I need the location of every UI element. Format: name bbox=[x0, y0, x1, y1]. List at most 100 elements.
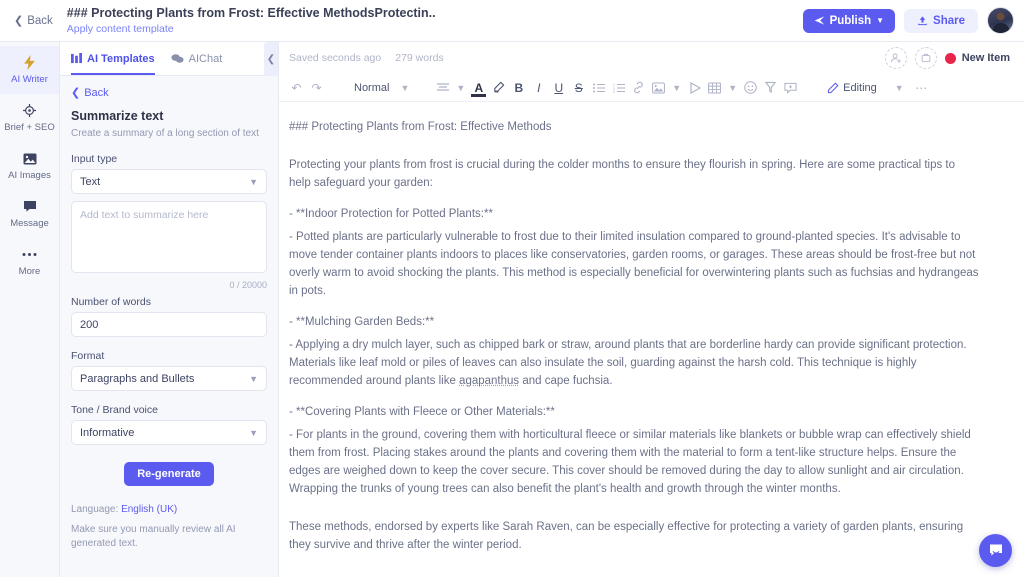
doc-section-3-title: - **Covering Plants with Fleece or Other… bbox=[289, 406, 555, 418]
tone-select[interactable]: Informative ▼ bbox=[71, 420, 267, 445]
chevron-down-icon: ▼ bbox=[876, 16, 885, 25]
chat-bubble-icon bbox=[23, 199, 37, 214]
share-button[interactable]: Share bbox=[904, 8, 978, 33]
template-title: Summarize text bbox=[71, 109, 164, 123]
share-button-label: Share bbox=[933, 14, 965, 27]
redo-icon[interactable]: ↷ bbox=[307, 77, 326, 99]
input-type-select[interactable]: Text ▼ bbox=[71, 169, 267, 194]
numbered-list-icon[interactable]: 123 bbox=[609, 77, 628, 99]
send-icon bbox=[814, 16, 824, 25]
panel-back-label: Back bbox=[84, 86, 109, 99]
regenerate-button[interactable]: Re-generate bbox=[124, 462, 214, 486]
chevron-down-icon[interactable]: ▼ bbox=[725, 77, 740, 99]
status-badge bbox=[944, 52, 956, 64]
underline-icon[interactable]: U bbox=[549, 77, 568, 99]
grid-icon bbox=[71, 53, 82, 64]
sidebar-item-message[interactable]: Message bbox=[0, 190, 59, 238]
bullet-list-icon[interactable] bbox=[589, 77, 608, 99]
toolbar-separator bbox=[801, 77, 820, 99]
sidebar-item-more[interactable]: More bbox=[0, 238, 59, 286]
ai-templates-panel: AI Templates AIChat ❮ ❮ Back Summarize t… bbox=[60, 42, 279, 577]
sidebar-item-ai-writer[interactable]: AI Writer bbox=[0, 46, 59, 94]
chats-icon bbox=[171, 54, 184, 63]
misspelled-word[interactable]: agapanthus bbox=[459, 375, 519, 387]
doc-intro-paragraph: Protecting your plants from frost is cru… bbox=[289, 159, 956, 189]
apply-content-template-link[interactable]: Apply content template bbox=[67, 22, 803, 36]
table-icon[interactable] bbox=[705, 77, 724, 99]
strikethrough-icon[interactable]: S bbox=[569, 77, 588, 99]
format-select[interactable]: Paragraphs and Bullets ▼ bbox=[71, 366, 267, 391]
document-editor[interactable]: ### Protecting Plants from Frost: Effect… bbox=[279, 102, 1024, 577]
sidebar-item-brief-seo[interactable]: Brief + SEO bbox=[0, 94, 59, 142]
lightning-bolt-icon bbox=[24, 55, 35, 70]
toolbar-separator bbox=[327, 77, 346, 99]
link-icon[interactable] bbox=[629, 77, 648, 99]
support-chat-button[interactable] bbox=[979, 534, 1012, 567]
sidebar-item-label: AI Images bbox=[8, 170, 51, 181]
tab-label: AIChat bbox=[188, 52, 223, 65]
tab-aichat[interactable]: AIChat bbox=[171, 42, 223, 75]
add-collaborator-icon[interactable] bbox=[884, 47, 907, 69]
panel-back-button[interactable]: ❮ Back bbox=[71, 86, 267, 100]
clear-format-icon[interactable] bbox=[761, 77, 780, 99]
regenerate-row: Re-generate bbox=[71, 462, 267, 486]
comment-icon[interactable] bbox=[781, 77, 800, 99]
back-button[interactable]: ❮ Back bbox=[8, 10, 59, 31]
formatting-toolbar: ↶ ↷ Normal ▼ ▼ A B I U S 1 2 3 ▼ ▼ Editi… bbox=[279, 74, 1024, 102]
bold-icon[interactable]: B bbox=[509, 77, 528, 99]
doc-closing-paragraph: These methods, endorsed by experts like … bbox=[289, 521, 964, 551]
target-icon bbox=[23, 103, 36, 118]
sidebar-item-label: Message bbox=[10, 218, 49, 229]
italic-icon[interactable]: I bbox=[529, 77, 548, 99]
number-of-words-input[interactable]: 200 bbox=[71, 312, 267, 337]
paragraph-style-select[interactable]: Normal bbox=[347, 77, 396, 99]
text-color-icon[interactable]: A bbox=[469, 77, 488, 99]
ai-disclaimer: Make sure you manually review all AI gen… bbox=[71, 524, 236, 549]
video-icon[interactable] bbox=[685, 77, 704, 99]
publish-button-label: Publish bbox=[829, 14, 872, 27]
editor-status-bar: Saved seconds ago 279 words New Item bbox=[279, 42, 1024, 74]
tone-value: Informative bbox=[80, 426, 135, 439]
doc-section-2-body-part-a: - Applying a dry mulch layer, such as ch… bbox=[289, 339, 967, 387]
collapse-panel-button[interactable]: ❮ bbox=[264, 42, 278, 76]
emoji-icon[interactable] bbox=[741, 77, 760, 99]
input-type-value: Text bbox=[80, 175, 101, 188]
top-bar-actions: Publish ▼ Share bbox=[802, 7, 1014, 34]
new-item-button[interactable]: New Item bbox=[944, 52, 1010, 64]
language-link[interactable]: English (UK) bbox=[121, 504, 177, 515]
undo-icon[interactable]: ↶ bbox=[287, 77, 306, 99]
body: AI Writer Brief + SEO AI Images Message … bbox=[0, 42, 1024, 577]
sidebar-item-ai-images[interactable]: AI Images bbox=[0, 142, 59, 190]
new-item-label: New Item bbox=[961, 52, 1010, 64]
more-icon[interactable]: ⋯ bbox=[912, 77, 931, 99]
align-icon[interactable] bbox=[433, 77, 452, 99]
chevron-down-icon: ▼ bbox=[249, 373, 258, 384]
highlighter-icon[interactable] bbox=[489, 77, 508, 99]
doc-heading: ### Protecting Plants from Frost: Effect… bbox=[289, 121, 552, 133]
chevron-down-icon[interactable]: ▼ bbox=[892, 77, 907, 99]
publish-button[interactable]: Publish ▼ bbox=[802, 8, 896, 33]
tab-ai-templates[interactable]: AI Templates bbox=[71, 42, 155, 75]
doc-section-1-body: - Potted plants are particularly vulnera… bbox=[289, 231, 979, 297]
editing-mode-label: Editing bbox=[843, 81, 877, 94]
sidebar-item-label: Brief + SEO bbox=[4, 122, 55, 133]
field-format: Format Paragraphs and Bullets ▼ bbox=[71, 350, 267, 391]
chevron-down-icon[interactable]: ▼ bbox=[453, 77, 468, 99]
sidebar-item-label: AI Writer bbox=[11, 74, 48, 85]
doc-section-2-body-part-b: and cape fuchsia. bbox=[519, 375, 613, 387]
source-text-input[interactable] bbox=[71, 201, 267, 273]
page-title[interactable]: ### Protecting Plants from Frost: Effect… bbox=[67, 6, 803, 21]
doc-section-2-title: - **Mulching Garden Beds:** bbox=[289, 316, 435, 328]
panel-body: ❮ Back Summarize text Create a summary o… bbox=[60, 76, 278, 551]
top-bar: ❮ Back ### Protecting Plants from Frost:… bbox=[0, 0, 1024, 42]
chevron-down-icon[interactable]: ▼ bbox=[397, 77, 412, 99]
editing-mode-button[interactable]: Editing bbox=[821, 82, 883, 94]
format-value: Paragraphs and Bullets bbox=[80, 372, 195, 385]
avatar[interactable] bbox=[987, 7, 1014, 34]
character-counter: 0 / 20000 bbox=[229, 280, 267, 290]
chevron-down-icon[interactable]: ▼ bbox=[669, 77, 684, 99]
field-input-type: Input type Text ▼ 0 / 20000 bbox=[71, 153, 267, 290]
word-count: 279 words bbox=[395, 52, 444, 64]
add-item-icon[interactable] bbox=[914, 47, 937, 69]
image-icon[interactable] bbox=[649, 77, 668, 99]
